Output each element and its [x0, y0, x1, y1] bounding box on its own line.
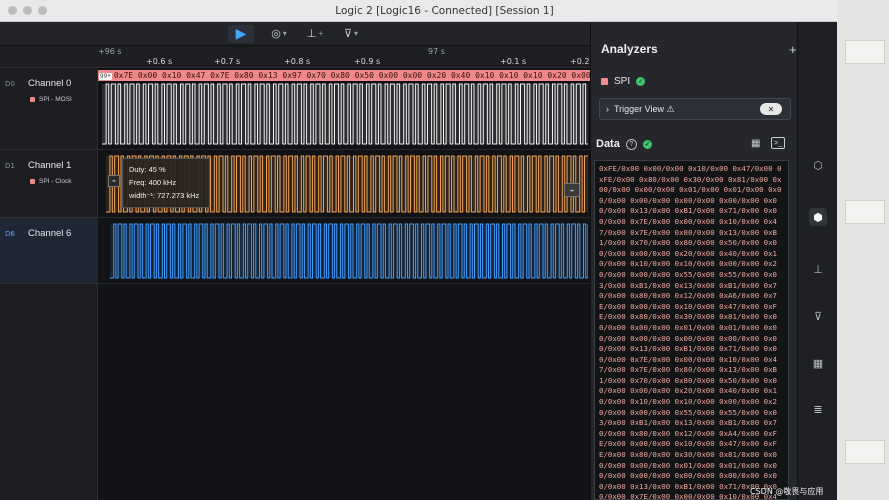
measure-toggle-icon[interactable]: ⌁ — [108, 175, 120, 187]
channel-name: Channel 6 — [28, 228, 72, 239]
ruler-tick: +0.2 — [570, 57, 590, 66]
background-desk — [837, 0, 889, 500]
notes-rail-icon[interactable]: ≣ — [809, 400, 827, 418]
channel-6-lane[interactable] — [98, 218, 590, 284]
channel-analyzer: SPI - Clock — [30, 178, 72, 185]
channel-6-waveform — [110, 223, 588, 279]
timeline-ruler[interactable]: +96 s 97 s +0.6 s +0.7 s +0.8 s +0.9 s +… — [0, 46, 590, 68]
channel-name: Channel 1 — [28, 160, 72, 171]
layout-rail-icon[interactable]: ▦ — [809, 354, 827, 372]
channel-6-label[interactable]: D6 Channel 6 — [0, 218, 98, 284]
window-controls[interactable] — [8, 6, 47, 15]
check-icon: ✓ — [636, 77, 646, 86]
analyzers-rail-icon[interactable]: ⬡ — [809, 156, 827, 174]
analyzer-color-icon — [601, 78, 608, 85]
background-item — [845, 200, 885, 224]
channel-name: Channel 0 — [28, 78, 72, 89]
channel-index: D1 — [5, 162, 15, 170]
capture-toolbar: ▶ ◎ ▾ ⊥ + ⊽ ▾ — [0, 22, 590, 46]
close-icon[interactable]: ✕ — [760, 103, 782, 115]
terminal-view-icon[interactable]: >_ — [771, 137, 785, 149]
spi-label: SPI — [614, 76, 631, 87]
channel-analyzer: SPI - MOSI — [30, 96, 72, 103]
data-label: Data — [596, 138, 620, 150]
waveform-area[interactable]: 99+ 0x7E 0x00 0x10 0x47 0x7E 0x80 0x13 0x… — [98, 68, 590, 500]
channel-0-label[interactable]: D0 Channel 0 SPI - MOSI — [0, 68, 98, 150]
ruler-tick: +0.8 s — [284, 57, 311, 66]
trigger-view-row[interactable]: › Trigger View ⚠ ✕ — [599, 98, 791, 120]
duty-readout: Duty: 45 % — [129, 165, 166, 174]
measurement-tooltip: Duty: 45 % Freq: 400 kHz width⁻¹: 727.27… — [122, 158, 210, 208]
channel-1-lane[interactable]: ⌁ Duty: 45 % Freq: 400 kHz width⁻¹: 727.… — [98, 150, 590, 218]
width-readout: width⁻¹: 727.273 kHz — [129, 191, 200, 200]
background-item — [845, 40, 885, 64]
ruler-tick: +0.6 s — [146, 57, 173, 66]
annotation-icon[interactable]: ⊥ + — [304, 25, 326, 43]
help-icon[interactable]: ? — [625, 138, 637, 150]
check-icon: ✓ — [642, 139, 652, 149]
data-header: Data ? ✓ — [596, 138, 652, 150]
measurements-rail-icon[interactable]: ⊥ — [809, 260, 827, 278]
analyzer-color-icon — [30, 97, 35, 102]
sidebar-rail: ⬡ ⬢ ⊥ ⊽ ▦ ≣ — [797, 22, 837, 500]
freq-readout: Freq: 400 kHz — [129, 178, 177, 187]
window-title: Logic 2 [Logic16 - Connected] [Session 1… — [335, 4, 554, 17]
channel-0-waveform — [102, 83, 588, 145]
marker-icon[interactable]: ⊽ ▾ — [340, 25, 362, 43]
channel-index: D6 — [5, 230, 15, 238]
background-item — [845, 440, 885, 464]
add-analyzer-button[interactable]: + — [789, 42, 797, 57]
extensions-rail-icon[interactable]: ⬢ — [809, 208, 827, 226]
analyzers-panel: Analyzers + SPI ✓ › Trigger View ⚠ ✕ Dat… — [590, 22, 797, 500]
table-view-icon[interactable]: ▦ — [751, 138, 760, 149]
ruler-center: 97 s — [428, 47, 445, 56]
channel-0-lane[interactable]: 99+ 0x7E 0x00 0x10 0x47 0x7E 0x80 0x13 0x… — [98, 68, 590, 150]
analyzer-color-icon — [30, 179, 35, 184]
trigger-view-label: Trigger View ⚠ — [614, 103, 675, 114]
watermark: CSDN @敬畏与应用 — [750, 487, 824, 496]
play-icon[interactable]: ▶ — [228, 24, 254, 43]
channel-index: D0 — [5, 80, 15, 88]
terminal-text: 0xFE/0x00 0x00/0x00 0x10/0x00 0x47/0x00 … — [599, 164, 782, 500]
ruler-origin: +96 s — [98, 47, 122, 56]
window-titlebar: Logic 2 [Logic16 - Connected] [Session 1… — [0, 0, 889, 22]
channel-list: D0 Channel 0 SPI - MOSI D1 Channel 1 SPI… — [0, 68, 98, 500]
ruler-tick: +0.7 s — [214, 57, 241, 66]
lane-settings-icon[interactable]: ⌁ — [564, 183, 580, 197]
terminal-output[interactable]: 0xFE/0x00 0x00/0x00 0x10/0x00 0x47/0x00 … — [594, 160, 789, 500]
measure-icon[interactable]: ◎ ▾ — [268, 25, 290, 43]
chevron-right-icon: › — [606, 104, 609, 114]
channel-1-label[interactable]: D1 Channel 1 SPI - Clock — [0, 150, 98, 218]
markers-rail-icon[interactable]: ⊽ — [809, 307, 827, 325]
ruler-tick: +0.9 s — [354, 57, 381, 66]
analyzers-header: Analyzers — [601, 42, 658, 56]
ruler-tick: +0.1 s — [500, 57, 527, 66]
spi-analyzer-row[interactable]: SPI ✓ — [601, 76, 646, 87]
